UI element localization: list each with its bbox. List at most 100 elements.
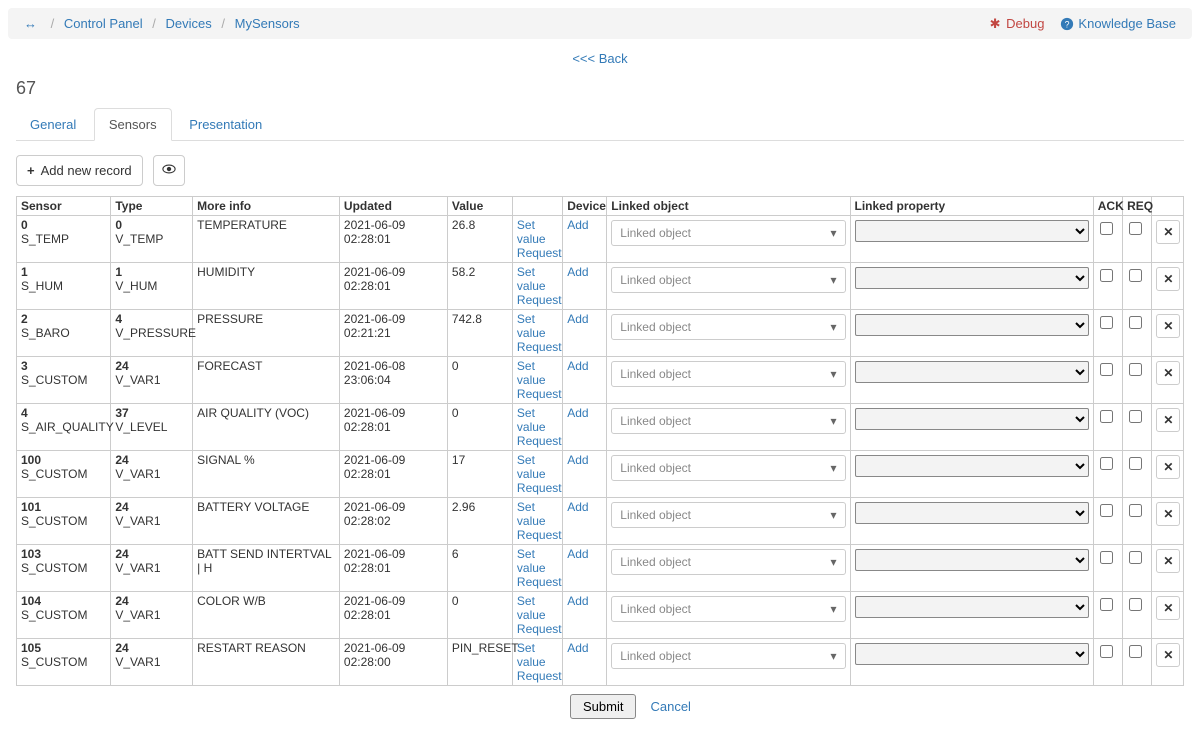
linked-object-select[interactable]: Linked object▾ <box>611 220 845 246</box>
ack-checkbox[interactable] <box>1100 269 1113 282</box>
set-value-link[interactable]: Set value <box>517 547 546 575</box>
add-device-link[interactable]: Add <box>567 641 588 655</box>
request-link[interactable]: Request <box>517 434 562 448</box>
delete-row-button[interactable]: ✕ <box>1156 267 1180 291</box>
delete-row-button[interactable]: ✕ <box>1156 408 1180 432</box>
linked-object-select[interactable]: Linked object▾ <box>611 549 845 575</box>
delete-row-button[interactable]: ✕ <box>1156 549 1180 573</box>
request-link[interactable]: Request <box>517 481 562 495</box>
set-value-link[interactable]: Set value <box>517 312 546 340</box>
linked-object-select[interactable]: Linked object▾ <box>611 267 845 293</box>
ack-checkbox[interactable] <box>1100 222 1113 235</box>
req-checkbox[interactable] <box>1129 410 1142 423</box>
linked-property-select[interactable] <box>855 408 1089 430</box>
tab-presentation[interactable]: Presentation <box>175 109 276 140</box>
linked-object-select[interactable]: Linked object▾ <box>611 502 845 528</box>
add-record-button[interactable]: + Add new record <box>16 155 143 186</box>
request-link[interactable]: Request <box>517 340 562 354</box>
req-checkbox[interactable] <box>1129 269 1142 282</box>
updated-cell: 2021-06-09 02:28:00 <box>339 639 447 686</box>
ack-checkbox[interactable] <box>1100 363 1113 376</box>
set-value-link[interactable]: Set value <box>517 594 546 622</box>
ack-checkbox[interactable] <box>1100 598 1113 611</box>
knowledge-base-link[interactable]: ? Knowledge Base <box>1060 16 1176 31</box>
th-actions <box>512 197 562 216</box>
request-link[interactable]: Request <box>517 622 562 636</box>
add-device-link[interactable]: Add <box>567 453 588 467</box>
add-device-link[interactable]: Add <box>567 406 588 420</box>
request-link[interactable]: Request <box>517 293 562 307</box>
linked-property-select[interactable] <box>855 361 1089 383</box>
swap-icon[interactable]: ↔ <box>24 16 37 31</box>
request-link[interactable]: Request <box>517 387 562 401</box>
delete-row-button[interactable]: ✕ <box>1156 596 1180 620</box>
linked-property-select[interactable] <box>855 643 1089 665</box>
linked-property-select[interactable] <box>855 502 1089 524</box>
set-value-link[interactable]: Set value <box>517 641 546 669</box>
linked-property-select[interactable] <box>855 549 1089 571</box>
add-device-link[interactable]: Add <box>567 265 588 279</box>
linked-object-select[interactable]: Linked object▾ <box>611 643 845 669</box>
request-link[interactable]: Request <box>517 246 562 260</box>
set-value-link[interactable]: Set value <box>517 265 546 293</box>
req-checkbox[interactable] <box>1129 222 1142 235</box>
add-device-link[interactable]: Add <box>567 218 588 232</box>
ack-checkbox[interactable] <box>1100 316 1113 329</box>
set-value-link[interactable]: Set value <box>517 453 546 481</box>
tab-general[interactable]: General <box>16 109 90 140</box>
linked-property-select[interactable] <box>855 596 1089 618</box>
set-value-link[interactable]: Set value <box>517 406 546 434</box>
delete-row-button[interactable]: ✕ <box>1156 361 1180 385</box>
value-cell: 0 <box>447 592 512 639</box>
request-link[interactable]: Request <box>517 669 562 683</box>
linked-object-select[interactable]: Linked object▾ <box>611 408 845 434</box>
delete-row-button[interactable]: ✕ <box>1156 314 1180 338</box>
delete-row-button[interactable]: ✕ <box>1156 502 1180 526</box>
req-checkbox[interactable] <box>1129 551 1142 564</box>
linked-property-select[interactable] <box>855 220 1089 242</box>
tab-sensors[interactable]: Sensors <box>94 108 172 141</box>
eye-button[interactable] <box>153 155 185 186</box>
sensor-id: 2 <box>21 312 106 326</box>
req-checkbox[interactable] <box>1129 316 1142 329</box>
ack-checkbox[interactable] <box>1100 504 1113 517</box>
linked-property-select[interactable] <box>855 314 1089 336</box>
breadcrumb-mid[interactable]: Devices <box>166 16 212 31</box>
ack-checkbox[interactable] <box>1100 645 1113 658</box>
req-checkbox[interactable] <box>1129 645 1142 658</box>
linked-object-select[interactable]: Linked object▾ <box>611 361 845 387</box>
sensor-name: S_CUSTOM <box>21 514 106 528</box>
submit-button[interactable]: Submit <box>570 694 636 719</box>
debug-link[interactable]: ✱ Debug <box>988 16 1044 31</box>
set-value-link[interactable]: Set value <box>517 500 546 528</box>
linked-property-select[interactable] <box>855 455 1089 477</box>
req-checkbox[interactable] <box>1129 457 1142 470</box>
add-device-link[interactable]: Add <box>567 312 588 326</box>
req-checkbox[interactable] <box>1129 504 1142 517</box>
linked-object-select[interactable]: Linked object▾ <box>611 596 845 622</box>
ack-checkbox[interactable] <box>1100 457 1113 470</box>
set-value-link[interactable]: Set value <box>517 218 546 246</box>
linked-object-select[interactable]: Linked object▾ <box>611 314 845 340</box>
linked-object-select[interactable]: Linked object▾ <box>611 455 845 481</box>
delete-row-button[interactable]: ✕ <box>1156 643 1180 667</box>
breadcrumb-leaf[interactable]: MySensors <box>235 16 300 31</box>
back-link[interactable]: <<< Back <box>572 51 627 66</box>
cancel-link[interactable]: Cancel <box>650 699 690 714</box>
add-device-link[interactable]: Add <box>567 594 588 608</box>
add-device-link[interactable]: Add <box>567 500 588 514</box>
breadcrumb-root[interactable]: Control Panel <box>64 16 143 31</box>
ack-checkbox[interactable] <box>1100 551 1113 564</box>
delete-row-button[interactable]: ✕ <box>1156 220 1180 244</box>
add-device-link[interactable]: Add <box>567 359 588 373</box>
delete-row-button[interactable]: ✕ <box>1156 455 1180 479</box>
add-device-link[interactable]: Add <box>567 547 588 561</box>
ack-checkbox[interactable] <box>1100 410 1113 423</box>
req-checkbox[interactable] <box>1129 598 1142 611</box>
linked-property-select[interactable] <box>855 267 1089 289</box>
req-checkbox[interactable] <box>1129 363 1142 376</box>
request-link[interactable]: Request <box>517 528 562 542</box>
set-value-link[interactable]: Set value <box>517 359 546 387</box>
request-link[interactable]: Request <box>517 575 562 589</box>
tabs: General Sensors Presentation <box>16 107 1184 141</box>
